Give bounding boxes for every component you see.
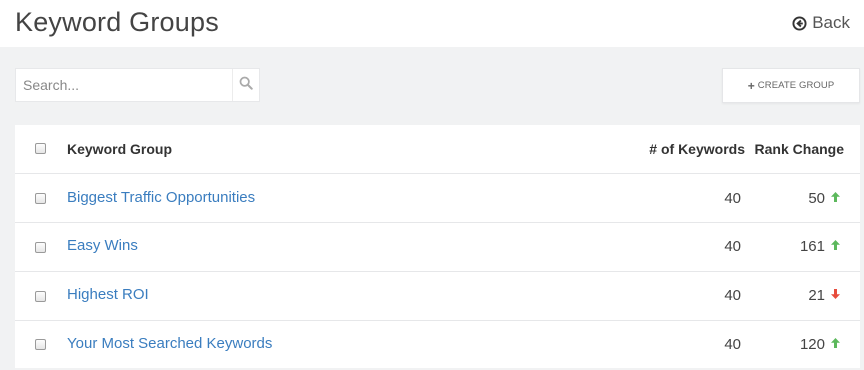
keyword-groups-table: Keyword Group # of Keywords Rank Change … bbox=[15, 125, 860, 368]
search-icon bbox=[239, 76, 253, 95]
rank-change: 50 bbox=[808, 190, 841, 207]
arrow-up-icon bbox=[830, 336, 841, 353]
arrow-up-icon bbox=[830, 238, 841, 255]
page-header: Keyword Groups Back bbox=[0, 0, 864, 47]
rank-change-value: 120 bbox=[799, 336, 825, 353]
circle-arrow-left-icon bbox=[792, 15, 807, 31]
table-row: Biggest Traffic Opportunities 40 50 bbox=[15, 174, 860, 223]
column-header-group[interactable]: Keyword Group bbox=[67, 141, 172, 157]
table-row: Easy Wins 40 161 bbox=[15, 223, 860, 272]
page-title: Keyword Groups bbox=[15, 7, 219, 37]
row-checkbox[interactable] bbox=[35, 242, 46, 253]
group-name-link[interactable]: Biggest Traffic Opportunities bbox=[67, 189, 255, 206]
table-row: Highest ROI 40 21 bbox=[15, 272, 860, 321]
rank-change-value: 161 bbox=[799, 238, 825, 255]
search-box bbox=[15, 68, 260, 102]
select-all-checkbox[interactable] bbox=[35, 143, 46, 154]
plus-icon: + bbox=[747, 78, 755, 93]
back-label: Back bbox=[812, 13, 850, 32]
table-row: Your Most Searched Keywords 40 120 bbox=[15, 321, 860, 370]
group-name-link[interactable]: Easy Wins bbox=[67, 237, 138, 254]
row-checkbox[interactable] bbox=[35, 291, 46, 302]
rank-change-value: 50 bbox=[808, 190, 825, 207]
row-checkbox[interactable] bbox=[35, 339, 46, 350]
table-header-row: Keyword Group # of Keywords Rank Change bbox=[15, 125, 860, 174]
search-button[interactable] bbox=[232, 69, 259, 101]
group-name-link[interactable]: Highest ROI bbox=[67, 286, 149, 303]
arrow-down-icon bbox=[830, 287, 841, 304]
keyword-count: 40 bbox=[724, 190, 741, 207]
back-button[interactable]: Back bbox=[792, 13, 850, 33]
arrow-up-icon bbox=[830, 190, 841, 207]
search-input[interactable] bbox=[16, 69, 234, 101]
create-group-button[interactable]: + CREATE GROUP bbox=[722, 68, 860, 103]
column-header-keywords[interactable]: # of Keywords bbox=[649, 141, 745, 157]
rank-change-value: 21 bbox=[808, 287, 825, 304]
keyword-count: 40 bbox=[724, 336, 741, 353]
rank-change: 161 bbox=[800, 238, 841, 255]
keyword-count: 40 bbox=[724, 238, 741, 255]
column-header-rank-change[interactable]: Rank Change bbox=[755, 141, 844, 157]
create-group-label: CREATE GROUP bbox=[757, 80, 835, 91]
row-checkbox[interactable] bbox=[35, 193, 46, 204]
group-name-link[interactable]: Your Most Searched Keywords bbox=[67, 335, 272, 352]
keyword-count: 40 bbox=[724, 287, 741, 304]
rank-change: 120 bbox=[800, 336, 841, 353]
rank-change: 21 bbox=[808, 287, 841, 304]
